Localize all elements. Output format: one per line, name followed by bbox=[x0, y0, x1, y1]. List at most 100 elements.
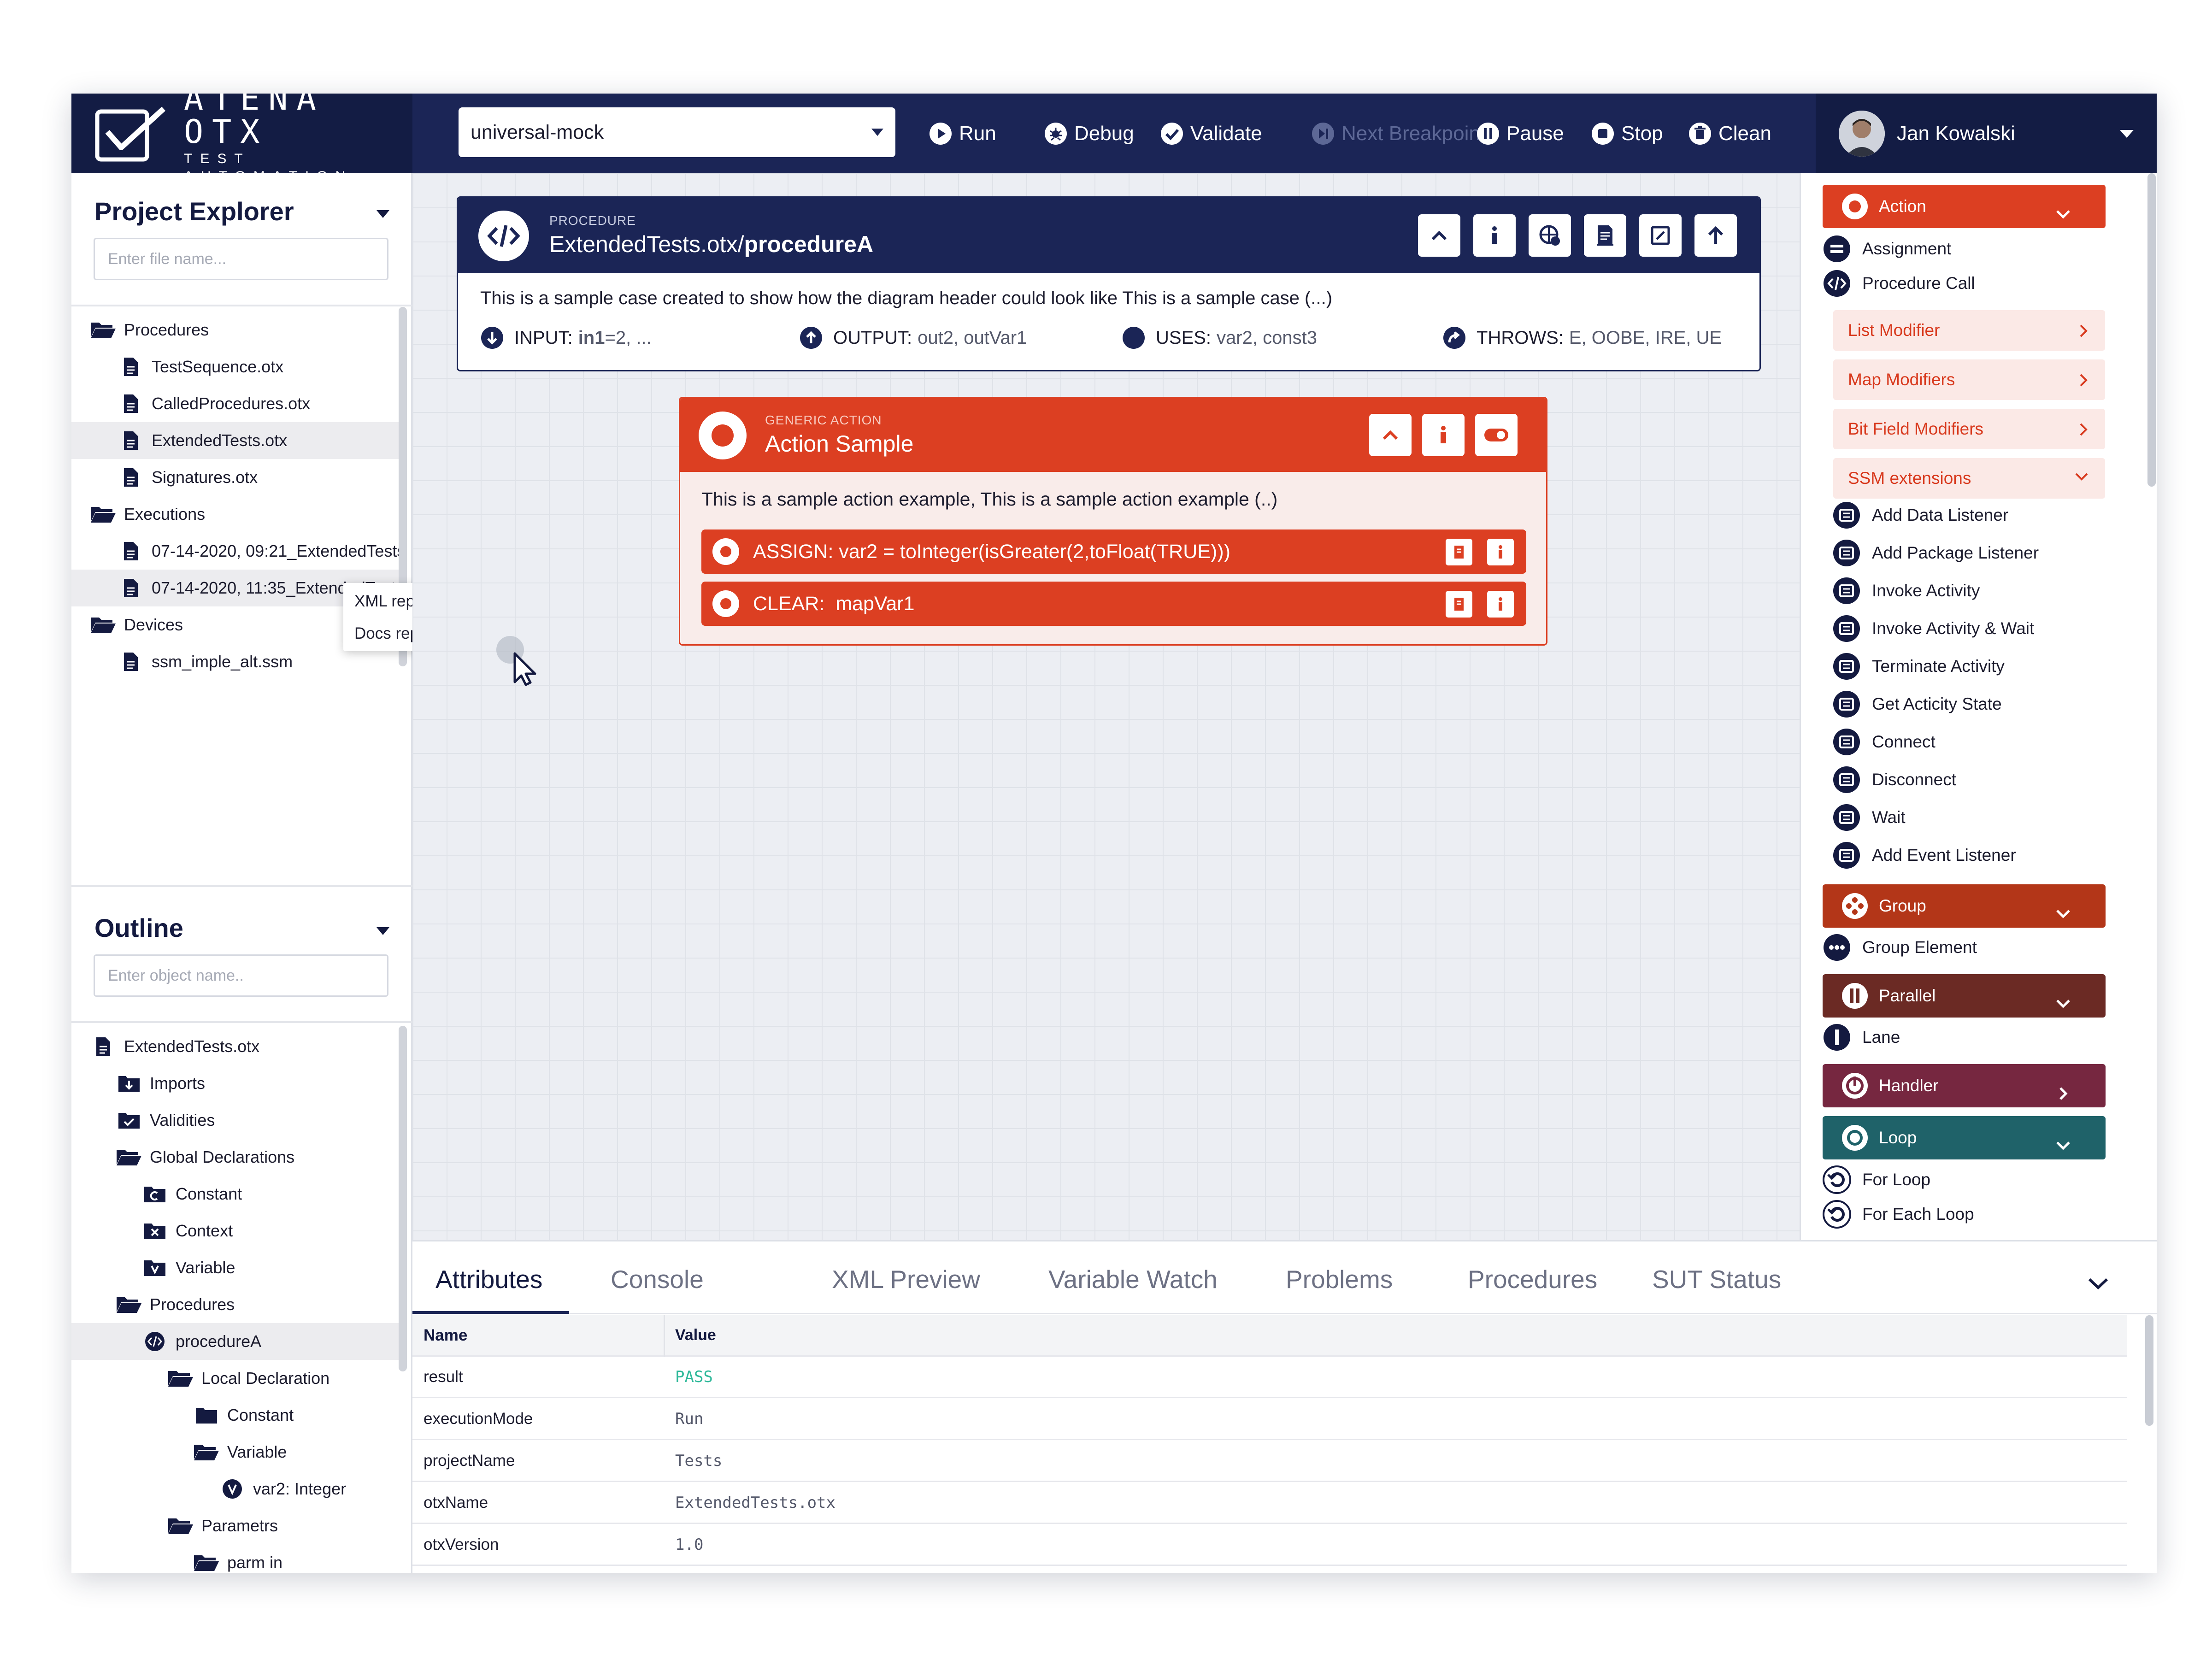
info-button[interactable] bbox=[1473, 214, 1516, 257]
outline-item[interactable]: Variable bbox=[71, 1434, 402, 1471]
palette-category-parallel[interactable]: Parallel bbox=[1823, 974, 2106, 1018]
palette-item-ssm[interactable]: Get Acticity State bbox=[1832, 689, 2002, 719]
tree-item-procedures[interactable]: Procedures bbox=[71, 312, 402, 348]
user-menu[interactable]: Jan Kowalski bbox=[1816, 94, 2157, 173]
palette-item-ssm[interactable]: Invoke Activity bbox=[1832, 576, 1980, 606]
outline-item-selected[interactable]: procedureA bbox=[71, 1323, 402, 1360]
tree-item-file[interactable]: TestSequence.otx bbox=[71, 348, 402, 385]
chevron-down-icon[interactable] bbox=[2088, 1277, 2109, 1290]
bookmark-button[interactable] bbox=[1446, 591, 1472, 618]
project-select[interactable]: universal-mock bbox=[459, 107, 895, 157]
bookmark-button[interactable] bbox=[1446, 539, 1472, 565]
table-row[interactable]: projectName Tests bbox=[412, 1441, 2127, 1482]
globe-settings-button[interactable] bbox=[1529, 214, 1571, 257]
procedure-inputs[interactable]: INPUT: in1=2, ... bbox=[480, 326, 652, 350]
palette-subcategory-bit-field-modifiers[interactable]: Bit Field Modifiers bbox=[1833, 409, 2105, 449]
palette-item-assignment[interactable]: Assignment bbox=[1823, 234, 1951, 264]
edit-button[interactable] bbox=[1639, 214, 1682, 257]
outline-item[interactable]: Procedures bbox=[71, 1286, 402, 1323]
toggle-button[interactable] bbox=[1475, 414, 1518, 456]
palette-category-handler[interactable]: Handler bbox=[1823, 1064, 2106, 1107]
info-button[interactable] bbox=[1487, 539, 1514, 565]
outline-item[interactable]: Local Declaration bbox=[71, 1360, 402, 1397]
palette-subcategory-ssm-extensions[interactable]: SSM extensions bbox=[1833, 458, 2105, 499]
next-breakpoint-button[interactable]: Next Breakpoint bbox=[1311, 94, 1486, 173]
pause-button[interactable]: Pause bbox=[1476, 94, 1564, 173]
outline-item[interactable]: Constant bbox=[71, 1176, 402, 1212]
table-row[interactable]: otxVersion 1.0 bbox=[412, 1524, 2127, 1566]
info-button[interactable] bbox=[1487, 591, 1514, 618]
debug-button[interactable]: Debug bbox=[1044, 94, 1134, 173]
info-button[interactable] bbox=[1422, 414, 1465, 456]
collapse-button[interactable] bbox=[1369, 414, 1412, 456]
palette-item-group-element[interactable]: Group Element bbox=[1823, 933, 1977, 962]
tab-variable-watch[interactable]: Variable Watch bbox=[1048, 1265, 1218, 1294]
action-node[interactable]: GENERIC ACTION Action Sample This is a s… bbox=[679, 397, 1547, 646]
tree-item-file-selected[interactable]: ExtendedTests.otx bbox=[71, 422, 402, 459]
procedure-outputs[interactable]: OUTPUT: out2, outVar1 bbox=[799, 326, 1027, 350]
statement-assign[interactable]: ASSIGN: var2 = toInteger(isGreater(2,toF… bbox=[701, 529, 1526, 574]
chevron-down-icon[interactable] bbox=[377, 210, 389, 218]
outline-item[interactable]: Constant bbox=[71, 1397, 402, 1434]
tree-item-file[interactable]: CalledProcedures.otx bbox=[71, 385, 402, 422]
palette-item-ssm[interactable]: Add Package Listener bbox=[1832, 538, 2039, 568]
palette-item-ssm[interactable]: Invoke Activity & Wait bbox=[1832, 614, 2034, 643]
tree-item-executions[interactable]: Executions bbox=[71, 496, 402, 533]
outline-item[interactable]: Context bbox=[71, 1212, 402, 1249]
outline-item[interactable]: Variable bbox=[71, 1249, 402, 1286]
stop-button[interactable]: Stop bbox=[1591, 94, 1663, 173]
validate-button[interactable]: Validate bbox=[1160, 94, 1262, 173]
collapse-button[interactable] bbox=[1418, 214, 1460, 257]
palette-item-ssm[interactable]: Terminate Activity bbox=[1832, 652, 2005, 681]
diagram-canvas[interactable]: PROCEDURE ExtendedTests.otx/procedureA T… bbox=[412, 173, 1800, 1240]
palette-item-ssm[interactable]: Disconnect bbox=[1832, 765, 1956, 794]
outline-item[interactable]: Validities bbox=[71, 1102, 402, 1139]
tab-sut-status[interactable]: SUT Status bbox=[1652, 1265, 1781, 1294]
palette-item-ssm[interactable]: Add Data Listener bbox=[1832, 500, 2008, 530]
palette-item-ssm[interactable]: Wait bbox=[1832, 803, 1906, 832]
procedure-header[interactable]: PROCEDURE ExtendedTests.otx/procedureA T… bbox=[457, 196, 1761, 371]
palette-item-for-each-loop[interactable]: For Each Loop bbox=[1823, 1200, 1974, 1229]
tab-attributes[interactable]: Attributes bbox=[435, 1265, 542, 1294]
palette-item-lane[interactable]: Lane bbox=[1823, 1023, 1900, 1052]
run-button[interactable]: Run bbox=[929, 94, 996, 173]
palette-subcategory-list-modifier[interactable]: List Modifier bbox=[1833, 310, 2105, 351]
scrollbar[interactable] bbox=[2145, 1315, 2153, 1426]
tree-item-file[interactable]: Signatures.otx bbox=[71, 459, 402, 496]
object-search-input[interactable]: Enter object name.. bbox=[94, 954, 388, 997]
tab-xml-preview[interactable]: XML Preview bbox=[832, 1265, 980, 1294]
outline-item[interactable]: var2: Integer bbox=[71, 1471, 402, 1507]
clean-button[interactable]: Clean bbox=[1688, 94, 1771, 173]
chevron-right-icon bbox=[2078, 423, 2088, 436]
scrollbar[interactable] bbox=[399, 1026, 407, 1371]
procedure-uses[interactable]: USES: var2, const3 bbox=[1122, 326, 1317, 350]
palette-item-ssm[interactable]: Connect bbox=[1832, 727, 1936, 757]
arrow-up-button[interactable] bbox=[1694, 214, 1737, 257]
statement-clear[interactable]: CLEAR: mapVar1 bbox=[701, 582, 1526, 626]
tab-procedures[interactable]: Procedures bbox=[1468, 1265, 1597, 1294]
table-row[interactable]: result PASS bbox=[412, 1357, 2127, 1398]
chevron-down-icon[interactable] bbox=[377, 927, 389, 935]
table-row[interactable]: otxName ExtendedTests.otx bbox=[412, 1483, 2127, 1524]
palette-category-group[interactable]: Group bbox=[1823, 884, 2106, 928]
outline-item[interactable]: Parametrs bbox=[71, 1507, 402, 1544]
palette-category-loop[interactable]: Loop bbox=[1823, 1116, 2106, 1159]
document-button[interactable] bbox=[1584, 214, 1626, 257]
outline-item[interactable]: Imports bbox=[71, 1065, 402, 1102]
item-label: Connect bbox=[1872, 732, 1936, 751]
tab-problems[interactable]: Problems bbox=[1286, 1265, 1393, 1294]
scrollbar[interactable] bbox=[2147, 173, 2156, 487]
palette-item-ssm[interactable]: Add Event Listener bbox=[1832, 841, 2016, 870]
palette-category-action[interactable]: Action bbox=[1823, 185, 2106, 228]
palette-subcategory-map-modifiers[interactable]: Map Modifiers bbox=[1833, 359, 2105, 400]
file-search-input[interactable]: Enter file name... bbox=[94, 238, 388, 280]
outline-item[interactable]: ExtendedTests.otx bbox=[71, 1028, 402, 1065]
outline-item[interactable]: Global Declarations bbox=[71, 1139, 402, 1176]
tree-item-file[interactable]: 07-14-2020, 09:21_ExtendedTests bbox=[71, 533, 402, 570]
table-row[interactable]: executionMode Run bbox=[412, 1399, 2127, 1440]
procedure-throws[interactable]: THROWS: E, OOBE, IRE, UE bbox=[1442, 326, 1722, 350]
palette-item-procedure-call[interactable]: Procedure Call bbox=[1823, 269, 1975, 298]
palette-item-for-loop[interactable]: For Loop bbox=[1823, 1165, 1930, 1194]
outline-item[interactable]: parm in bbox=[71, 1544, 402, 1573]
tab-console[interactable]: Console bbox=[611, 1265, 704, 1294]
